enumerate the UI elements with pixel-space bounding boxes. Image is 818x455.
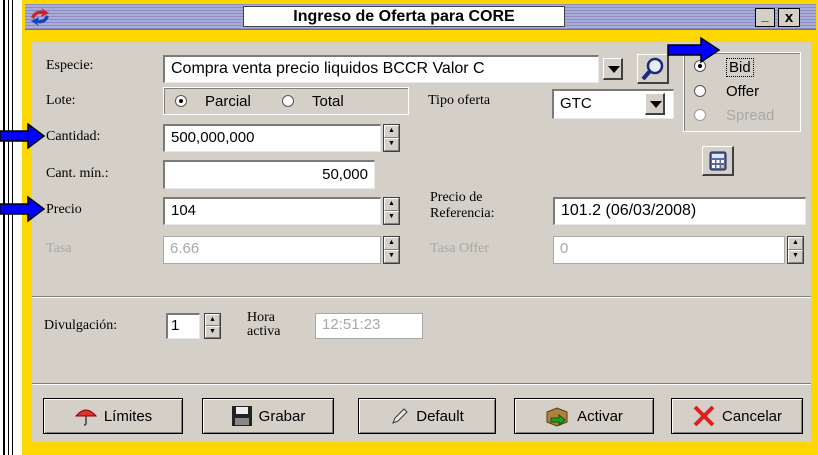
pencil-icon — [392, 408, 408, 424]
hora-activa-label-line2: activa — [247, 324, 281, 339]
title-bar[interactable]: Ingreso de Oferta para CORE _ x — [25, 4, 816, 30]
precio-referencia-label-line2: Referencia: — [430, 206, 495, 221]
background-line — [12, 0, 13, 455]
tipo-oferta-label: Tipo oferta — [428, 93, 491, 108]
spin-up-icon[interactable]: ▲ — [205, 314, 220, 326]
tasa-offer-label: Tasa Offer — [430, 241, 490, 256]
especie-dropdown-button[interactable] — [603, 58, 623, 80]
spin-down-icon[interactable]: ▼ — [384, 250, 399, 263]
magnifier-icon — [641, 57, 664, 81]
background-line — [8, 0, 9, 455]
precio-referencia-field: 101.2 (06/03/2008) — [553, 197, 806, 225]
lote-parcial-radio[interactable] — [175, 95, 187, 107]
spin-up-icon[interactable]: ▲ — [384, 198, 399, 211]
background-line — [3, 0, 5, 455]
lote-label: Lote: — [46, 93, 76, 108]
default-label: Default — [416, 407, 464, 425]
lote-parcial-label[interactable]: Parcial — [205, 93, 251, 110]
annotation-arrow-cantidad — [0, 123, 46, 149]
close-icon: x — [784, 9, 794, 26]
minimize-button[interactable]: _ — [755, 8, 775, 27]
lote-total-label[interactable]: Total — [312, 93, 344, 110]
spin-up-icon[interactable]: ▲ — [788, 237, 803, 250]
offer-label[interactable]: Offer — [726, 83, 759, 100]
spread-label[interactable]: Spread — [726, 107, 774, 124]
tasa-spinner[interactable]: ▲ ▼ — [383, 236, 400, 264]
offer-radio[interactable] — [694, 85, 706, 97]
spin-down-icon[interactable]: ▼ — [384, 138, 399, 151]
cancelar-label: Cancelar — [721, 407, 783, 425]
grabar-label: Grabar — [258, 407, 306, 425]
default-button[interactable]: Default — [358, 398, 496, 434]
tasa-offer-input[interactable]: 0 — [553, 236, 785, 264]
cantidad-spinner[interactable]: ▲ ▼ — [383, 124, 400, 152]
hora-activa-field: 12:51:23 — [315, 313, 423, 339]
app-logo-icon — [29, 7, 51, 27]
activar-button[interactable]: Activar — [514, 398, 654, 434]
especie-label: Especie: — [46, 58, 94, 73]
limites-button[interactable]: Límites — [43, 398, 183, 434]
calculator-button[interactable] — [702, 146, 734, 176]
cancelar-button[interactable]: Cancelar — [671, 398, 803, 434]
annotation-arrow-precio — [0, 196, 46, 222]
activar-label: Activar — [577, 407, 623, 425]
precio-referencia-label-line1: Precio de — [430, 190, 483, 205]
annotation-arrow-bid — [667, 36, 721, 64]
cant-min-input[interactable]: 50,000 — [163, 160, 375, 189]
hora-activa-label-line1: Hora — [247, 310, 275, 325]
precio-input[interactable]: 104 — [163, 197, 381, 225]
spin-down-icon[interactable]: ▼ — [205, 326, 220, 338]
bid-label[interactable]: Bid — [726, 58, 754, 77]
tasa-label: Tasa — [46, 241, 72, 256]
lote-total-radio[interactable] — [282, 95, 294, 107]
divulgacion-input[interactable]: 1 — [166, 313, 200, 339]
floppy-disk-icon — [231, 406, 252, 426]
spread-radio[interactable] — [694, 109, 706, 121]
precio-label: Precio — [46, 202, 82, 217]
window-title: Ingreso de Oferta para CORE — [243, 6, 565, 27]
calculator-icon — [709, 151, 727, 171]
cantidad-input[interactable]: 500,000,000 — [163, 124, 381, 152]
separator — [32, 383, 811, 385]
tipo-oferta-dropdown-button[interactable] — [645, 93, 665, 115]
divulgacion-spinner[interactable]: ▲ ▼ — [204, 313, 221, 339]
spin-up-icon[interactable]: ▲ — [384, 237, 399, 250]
cantidad-label: Cantidad: — [46, 129, 101, 144]
minimize-icon: _ — [761, 8, 769, 23]
tasa-offer-spinner[interactable]: ▲ ▼ — [787, 236, 804, 264]
tasa-input[interactable]: 6.66 — [163, 236, 381, 264]
box-arrow-icon — [546, 407, 568, 427]
search-button[interactable] — [637, 54, 669, 84]
umbrella-icon — [74, 409, 97, 426]
separator — [32, 296, 811, 298]
especie-select[interactable]: Compra venta precio liquidos BCCR Valor … — [163, 55, 599, 83]
limites-label: Límites — [103, 407, 153, 425]
close-button[interactable]: x — [778, 8, 800, 27]
cancel-x-icon — [693, 405, 715, 427]
grabar-button[interactable]: Grabar — [202, 398, 334, 434]
precio-spinner[interactable]: ▲ ▼ — [383, 197, 400, 225]
spin-up-icon[interactable]: ▲ — [384, 125, 399, 138]
spin-down-icon[interactable]: ▼ — [384, 211, 399, 224]
spin-down-icon[interactable]: ▼ — [788, 250, 803, 263]
cant-min-label: Cant. mín.: — [46, 166, 109, 181]
divulgacion-label: Divulgación: — [44, 318, 118, 333]
